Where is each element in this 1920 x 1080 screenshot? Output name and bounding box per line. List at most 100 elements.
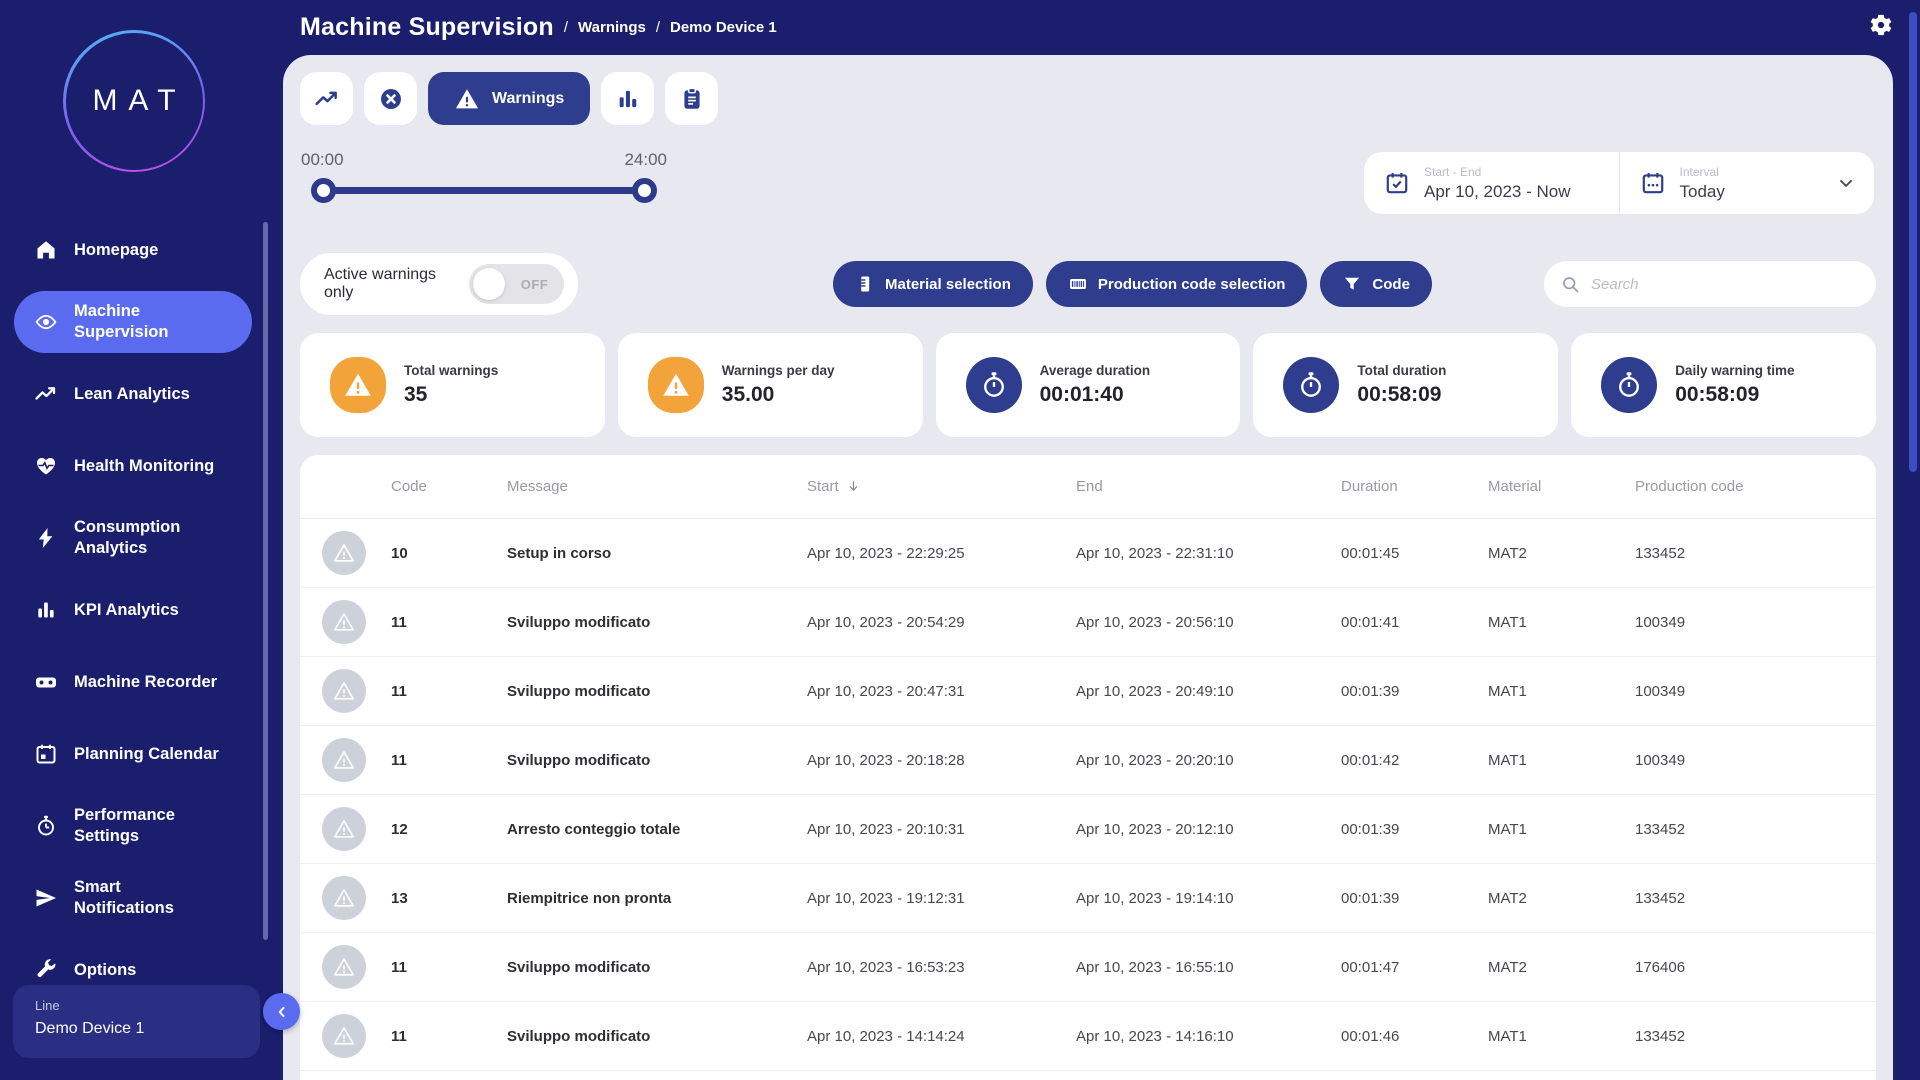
tab-report[interactable] [665,72,719,125]
eye-icon [34,310,58,334]
cell-end: Apr 10, 2023 - 20:49:10 [1076,682,1234,700]
page-scrollbar[interactable] [1893,0,1920,1080]
interval-value: Today [1679,181,1725,201]
table-row[interactable]: 10 Setup in corso Apr 10, 2023 - 22:29:2… [300,519,1876,588]
breadcrumb: Machine Supervision / Warnings / Demo De… [300,0,777,55]
sidebar-collapse-button[interactable] [263,993,300,1030]
column-header-end[interactable]: End [1076,478,1341,495]
cell-message: Sviluppo modificato [507,682,651,700]
breadcrumb-device[interactable]: Demo Device 1 [670,19,777,36]
column-header-duration[interactable]: Duration [1341,478,1488,495]
calendar-icon [34,742,58,766]
cell-message: Sviluppo modificato [507,751,651,769]
settings-gear-icon[interactable] [1868,12,1894,38]
stopwatch-icon [1283,357,1340,413]
sidebar-item-machine-supervision[interactable]: Machine Supervision [14,291,252,353]
column-header-message[interactable]: Message [507,478,807,495]
column-header-code[interactable]: Code [391,478,507,495]
cell-material: MAT1 [1488,682,1527,700]
active-warnings-switch[interactable]: OFF [468,264,564,304]
table-row[interactable]: 13 Riempitrice non pronta Apr 10, 2023 -… [300,864,1876,933]
breadcrumb-warnings[interactable]: Warnings [578,19,646,36]
bar-chart-icon [619,90,637,107]
sidebar-item-consumption-analytics[interactable]: Consumption Analytics [0,502,270,574]
page-scrollbar-thumb[interactable] [1909,12,1917,472]
device-card-label: Line [35,998,60,1013]
warning-icon [333,958,355,976]
production-code-selection-button[interactable]: Production code selection [1045,261,1308,307]
cell-message: Setup in corso [507,544,612,562]
cell-production-code: 133452 [1635,1027,1686,1045]
cell-message: Sviluppo modificato [507,958,651,976]
cell-production-code: 100349 [1635,613,1686,631]
sidebar-item-label: Consumption Analytics [74,518,181,557]
stat-card-total-duration: Total duration 00:58:09 [1253,333,1559,437]
sidebar-item-label: Machine Recorder [74,672,218,691]
cell-code: 10 [391,544,408,562]
sidebar-item-lean-analytics[interactable]: Lean Analytics [0,358,270,430]
slider-handle-start[interactable] [311,178,336,203]
warning-icon [333,1027,355,1045]
table-row[interactable]: 11 Sviluppo modificato Apr 10, 2023 - 14… [300,1002,1876,1071]
stat-label: Daily warning time [1675,363,1795,378]
cell-code: 11 [391,751,407,769]
page-title: Machine Supervision [300,13,554,41]
cell-duration: 00:01:46 [1341,1027,1400,1045]
table-row[interactable]: 11 Sviluppo modificato Apr 10, 2023 - 20… [300,588,1876,657]
cell-production-code: 133452 [1635,889,1686,907]
warning-avatar [322,807,366,851]
date-range-value: Apr 10, 2023 - Now [1424,181,1571,201]
sidebar-item-label: Smart Notifications [74,878,174,917]
material-selection-button[interactable]: Material selection [833,261,1033,307]
date-range-picker[interactable]: Start - End Apr 10, 2023 - Now [1364,152,1619,214]
sidebar-item-performance-settings[interactable]: Performance Settings [0,790,270,862]
tab-trend[interactable] [300,72,353,125]
table-row[interactable]: 11 Sviluppo modificato Apr 10, 2023 - 20… [300,726,1876,795]
warning-avatar [322,876,366,920]
device-card[interactable]: Line Demo Device 1 [13,985,260,1058]
switch-knob[interactable] [472,268,505,300]
table-row[interactable]: 11 Sviluppo modificato Apr 10, 2023 - 16… [300,933,1876,1002]
cell-start: Apr 10, 2023 - 14:14:24 [807,1027,965,1045]
column-header-start[interactable]: Start [807,478,1076,495]
sidebar-item-smart-notifications[interactable]: Smart Notifications [0,862,270,934]
column-header-production-code[interactable]: Production code [1635,478,1876,495]
sidebar-item-planning-calendar[interactable]: Planning Calendar [0,718,270,790]
column-header-material[interactable]: Material [1488,478,1635,495]
sidebar-item-health-monitoring[interactable]: Health Monitoring [0,430,270,502]
mat-logo-inner: MAT [65,32,203,170]
chevron-down-icon [1840,180,1852,187]
tab-statistics[interactable] [601,72,655,125]
slider-track[interactable] [311,178,657,203]
cell-duration: 00:01:45 [1341,544,1400,562]
row-icon-cell [300,876,391,920]
stat-value: 00:58:09 [1357,383,1442,406]
stats-row: Total warnings 35 Warnings per day 35.00… [300,333,1876,437]
cell-duration: 00:01:42 [1341,751,1400,769]
search-input[interactable] [1591,275,1860,293]
slider-handle-end[interactable] [632,178,657,203]
sidebar-item-machine-recorder[interactable]: Machine Recorder [0,646,270,718]
device-card-value: Demo Device 1 [35,1020,145,1037]
sidebar-item-label: Options [74,960,137,979]
interval-select[interactable]: Interval Today [1618,152,1875,214]
table-row[interactable]: 12 Arresto conteggio totale Apr 10, 2023… [300,795,1876,864]
cell-material: MAT1 [1488,820,1527,838]
cell-message: Sviluppo modificato [507,613,651,631]
stopwatch-icon [965,357,1022,413]
tab-warnings[interactable]: Warnings [428,72,591,125]
cell-material: MAT1 [1488,1027,1527,1045]
funnel-icon [1345,277,1360,290]
sidebar-scrollbar-thumb[interactable] [263,222,268,940]
tab-stops[interactable] [364,72,417,125]
row-icon-cell [300,945,391,989]
table-row[interactable]: 11 Sviluppo modificato Apr 10, 2023 - 20… [300,657,1876,726]
cell-message: Riempitrice non pronta [507,889,672,907]
sidebar-item-homepage[interactable]: Homepage [0,214,270,286]
sidebar-item-kpi-analytics[interactable]: KPI Analytics [0,574,270,646]
recorder-icon [34,670,58,694]
cell-duration: 00:01:41 [1341,613,1400,631]
cell-code: 12 [391,820,408,838]
date-range-label: Start - End [1424,164,1482,179]
code-filter-button[interactable]: Code [1320,261,1432,307]
